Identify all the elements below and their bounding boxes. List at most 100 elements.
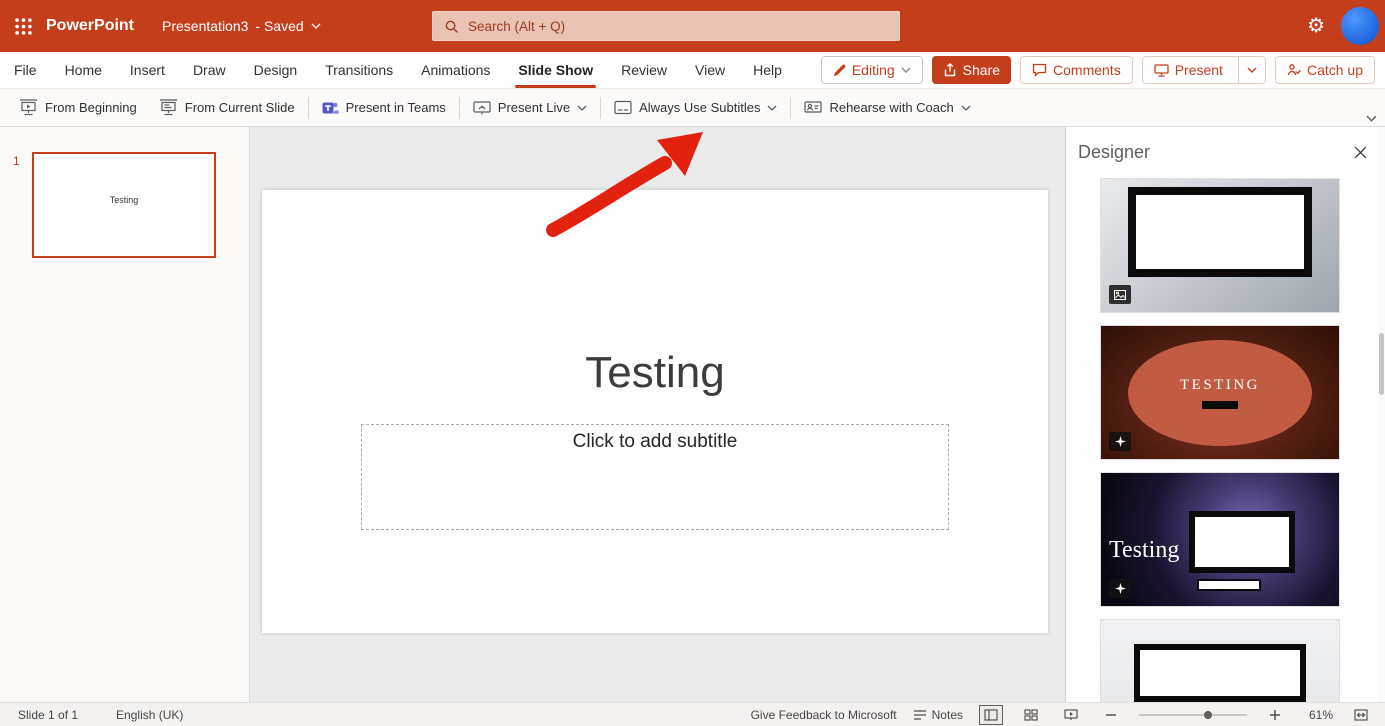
designer-suggestion-3[interactable]: Testing — [1101, 473, 1339, 606]
share-label: Share — [962, 62, 1001, 78]
picture-badge — [1109, 285, 1131, 304]
app-header: PowerPoint Presentation3 - Saved ⚙ — [0, 0, 1385, 52]
chevron-down-icon — [577, 105, 587, 111]
view-slideshow-button[interactable] — [1059, 705, 1083, 725]
design-title-text: Testing — [1109, 537, 1180, 563]
present-live-button[interactable]: Present Live — [462, 89, 598, 126]
tab-animations[interactable]: Animations — [407, 52, 504, 88]
rehearse-with-coach-button[interactable]: Rehearse with Coach — [793, 89, 981, 126]
chevron-down-icon — [767, 105, 777, 111]
notes-icon — [913, 709, 926, 720]
tab-design[interactable]: Design — [240, 52, 312, 88]
editing-label: Editing — [851, 62, 895, 78]
menu-right-actions: Editing Share Comments Present Catch up — [820, 52, 1385, 88]
present-in-teams-button[interactable]: Present in Teams — [311, 89, 457, 126]
from-current-slide-label: From Current Slide — [184, 100, 295, 115]
designer-pane: Designer TESTING Testing — [1065, 127, 1385, 702]
chevron-down-icon — [1247, 67, 1257, 73]
tab-view[interactable]: View — [681, 52, 739, 88]
coach-icon — [804, 100, 823, 113]
present-dropdown-button[interactable] — [1237, 57, 1265, 83]
catch-up-icon — [1287, 64, 1301, 76]
share-button[interactable]: Share — [931, 56, 1012, 84]
search-box[interactable] — [432, 11, 900, 41]
tab-draw[interactable]: Draw — [179, 52, 240, 88]
design-title-text: TESTING — [1180, 377, 1260, 393]
search-icon — [445, 20, 458, 33]
ribbon-divider — [600, 96, 602, 119]
chevron-down-icon — [961, 105, 971, 111]
chevron-down-icon — [311, 23, 321, 29]
designer-suggestion-1[interactable] — [1101, 179, 1339, 312]
app-launcher-button[interactable] — [0, 0, 46, 52]
search-input[interactable] — [468, 18, 888, 34]
account-avatar[interactable] — [1341, 7, 1379, 45]
designer-suggestion-2[interactable]: TESTING — [1101, 326, 1339, 459]
share-icon — [944, 63, 955, 77]
collapse-ribbon-button[interactable] — [1366, 115, 1377, 122]
designer-close-button[interactable] — [1350, 142, 1371, 163]
status-right: Give Feedback to Microsoft Notes 61% — [751, 704, 1385, 725]
editing-mode-button[interactable]: Editing — [820, 56, 923, 84]
tab-insert[interactable]: Insert — [116, 52, 179, 88]
fit-to-window-icon — [1354, 708, 1368, 721]
from-beginning-button[interactable]: From Beginning — [8, 89, 148, 126]
teams-icon — [322, 102, 339, 114]
from-beginning-icon — [20, 99, 37, 116]
present-split-button: Present — [1141, 56, 1266, 84]
document-title-menu[interactable]: Presentation3 - Saved — [162, 18, 321, 34]
plus-icon — [1270, 709, 1280, 720]
rehearse-with-coach-label: Rehearse with Coach — [829, 100, 954, 115]
from-current-slide-button[interactable]: From Current Slide — [148, 89, 306, 126]
settings-gear-icon[interactable]: ⚙ — [1307, 16, 1325, 36]
thumbnail-title-text: Testing — [109, 195, 139, 205]
ribbon-divider — [307, 96, 309, 119]
zoom-in-button[interactable] — [1263, 705, 1287, 725]
designer-scrollbar-thumb[interactable] — [1379, 333, 1384, 395]
catch-up-button[interactable]: Catch up — [1274, 56, 1375, 84]
slide-editor[interactable]: Testing Click to add subtitle — [262, 190, 1048, 633]
present-screen-icon — [1154, 63, 1169, 77]
present-live-label: Present Live — [497, 100, 571, 115]
topbar-right: ⚙ — [1307, 7, 1385, 45]
tab-review[interactable]: Review — [607, 52, 681, 88]
menu-bar: File Home Insert Draw Design Transitions… — [0, 52, 1385, 89]
close-icon — [1354, 146, 1367, 159]
feedback-link[interactable]: Give Feedback to Microsoft — [751, 708, 897, 722]
designer-scrollbar-track[interactable] — [1378, 127, 1385, 702]
language-selector[interactable]: English (UK) — [116, 708, 183, 722]
tab-slide-show[interactable]: Slide Show — [504, 52, 607, 88]
sparkle-icon — [1114, 436, 1126, 447]
comments-icon — [1032, 63, 1047, 77]
comments-button[interactable]: Comments — [1020, 56, 1133, 84]
save-status: - Saved — [255, 18, 304, 34]
fit-slide-button[interactable] — [1349, 705, 1373, 725]
app-title[interactable]: PowerPoint — [46, 17, 134, 35]
pencil-icon — [833, 64, 846, 76]
from-current-slide-icon — [159, 99, 177, 116]
zoom-level[interactable]: 61% — [1303, 708, 1333, 722]
present-button[interactable]: Present — [1143, 57, 1232, 83]
status-left: Slide 1 of 1 English (UK) — [0, 708, 183, 722]
zoom-slider-thumb[interactable] — [1203, 710, 1212, 719]
design-ellipse: TESTING — [1128, 340, 1312, 446]
tab-file[interactable]: File — [0, 52, 51, 88]
sparkle-icon — [1114, 583, 1126, 594]
designer-suggestion-4[interactable] — [1101, 620, 1339, 702]
slide-thumbnail-1[interactable]: Testing — [32, 152, 216, 258]
tab-help[interactable]: Help — [739, 52, 796, 88]
notes-toggle[interactable]: Notes — [913, 708, 963, 722]
zoom-slider[interactable] — [1139, 710, 1247, 719]
view-slide-sorter-button[interactable] — [1019, 705, 1043, 725]
zoom-out-button[interactable] — [1099, 705, 1123, 725]
slide-title-textbox[interactable]: Testing — [262, 348, 1048, 398]
designer-badge — [1109, 432, 1131, 451]
from-beginning-label: From Beginning — [45, 100, 137, 115]
always-use-subtitles-button[interactable]: Always Use Subtitles — [603, 89, 788, 126]
tab-home[interactable]: Home — [51, 52, 116, 88]
view-editing-button[interactable] — [979, 704, 1003, 725]
document-title: Presentation3 — [162, 18, 249, 34]
tab-transitions[interactable]: Transitions — [311, 52, 407, 88]
subtitle-placeholder[interactable]: Click to add subtitle — [361, 424, 949, 530]
picture-icon — [1114, 289, 1126, 300]
